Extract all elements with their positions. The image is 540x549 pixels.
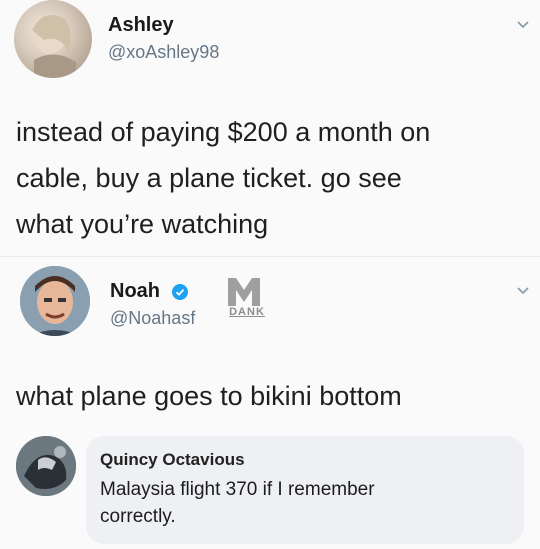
author-name-noah[interactable]: Noah xyxy=(110,280,160,303)
comment-text-line: correctly. xyxy=(100,506,176,527)
author-handle-ashley[interactable]: @xoAshley98 xyxy=(108,42,219,63)
commenter-name[interactable]: Quincy Octavious xyxy=(100,450,245,470)
dank-watermark-text: DANK xyxy=(229,306,265,318)
tweet-text-line: cable, buy a plane ticket. go see xyxy=(16,163,402,193)
avatar-noah-photo xyxy=(20,266,90,336)
comment-text-line: Malaysia flight 370 if I remember xyxy=(100,479,375,500)
author-handle-noah[interactable]: @Noahasf xyxy=(110,308,195,329)
tweet-text-line: instead of paying $200 a month on xyxy=(16,117,431,147)
avatar-quincy[interactable] xyxy=(16,436,76,496)
avatar-noah[interactable] xyxy=(20,266,90,336)
chevron-down-icon[interactable] xyxy=(516,18,530,32)
avatar-ashley-photo xyxy=(32,14,76,78)
tweet-ashley: Ashley @xoAshley98 instead of paying $20… xyxy=(0,0,540,258)
avatar-ashley[interactable] xyxy=(14,0,92,78)
divider xyxy=(0,256,540,257)
verified-badge-icon xyxy=(172,284,188,300)
tweet-text: what plane goes to bikini bottom xyxy=(16,381,402,411)
chevron-down-icon[interactable] xyxy=(516,284,530,298)
dank-watermark-logo: DANK xyxy=(222,276,272,324)
author-name-ashley[interactable]: Ashley xyxy=(108,14,174,37)
tweet-text-line: what you’re watching xyxy=(16,209,269,239)
avatar-quincy-photo xyxy=(16,436,76,496)
comment-bubble[interactable]: Quincy Octavious Malaysia flight 370 if … xyxy=(86,436,524,544)
